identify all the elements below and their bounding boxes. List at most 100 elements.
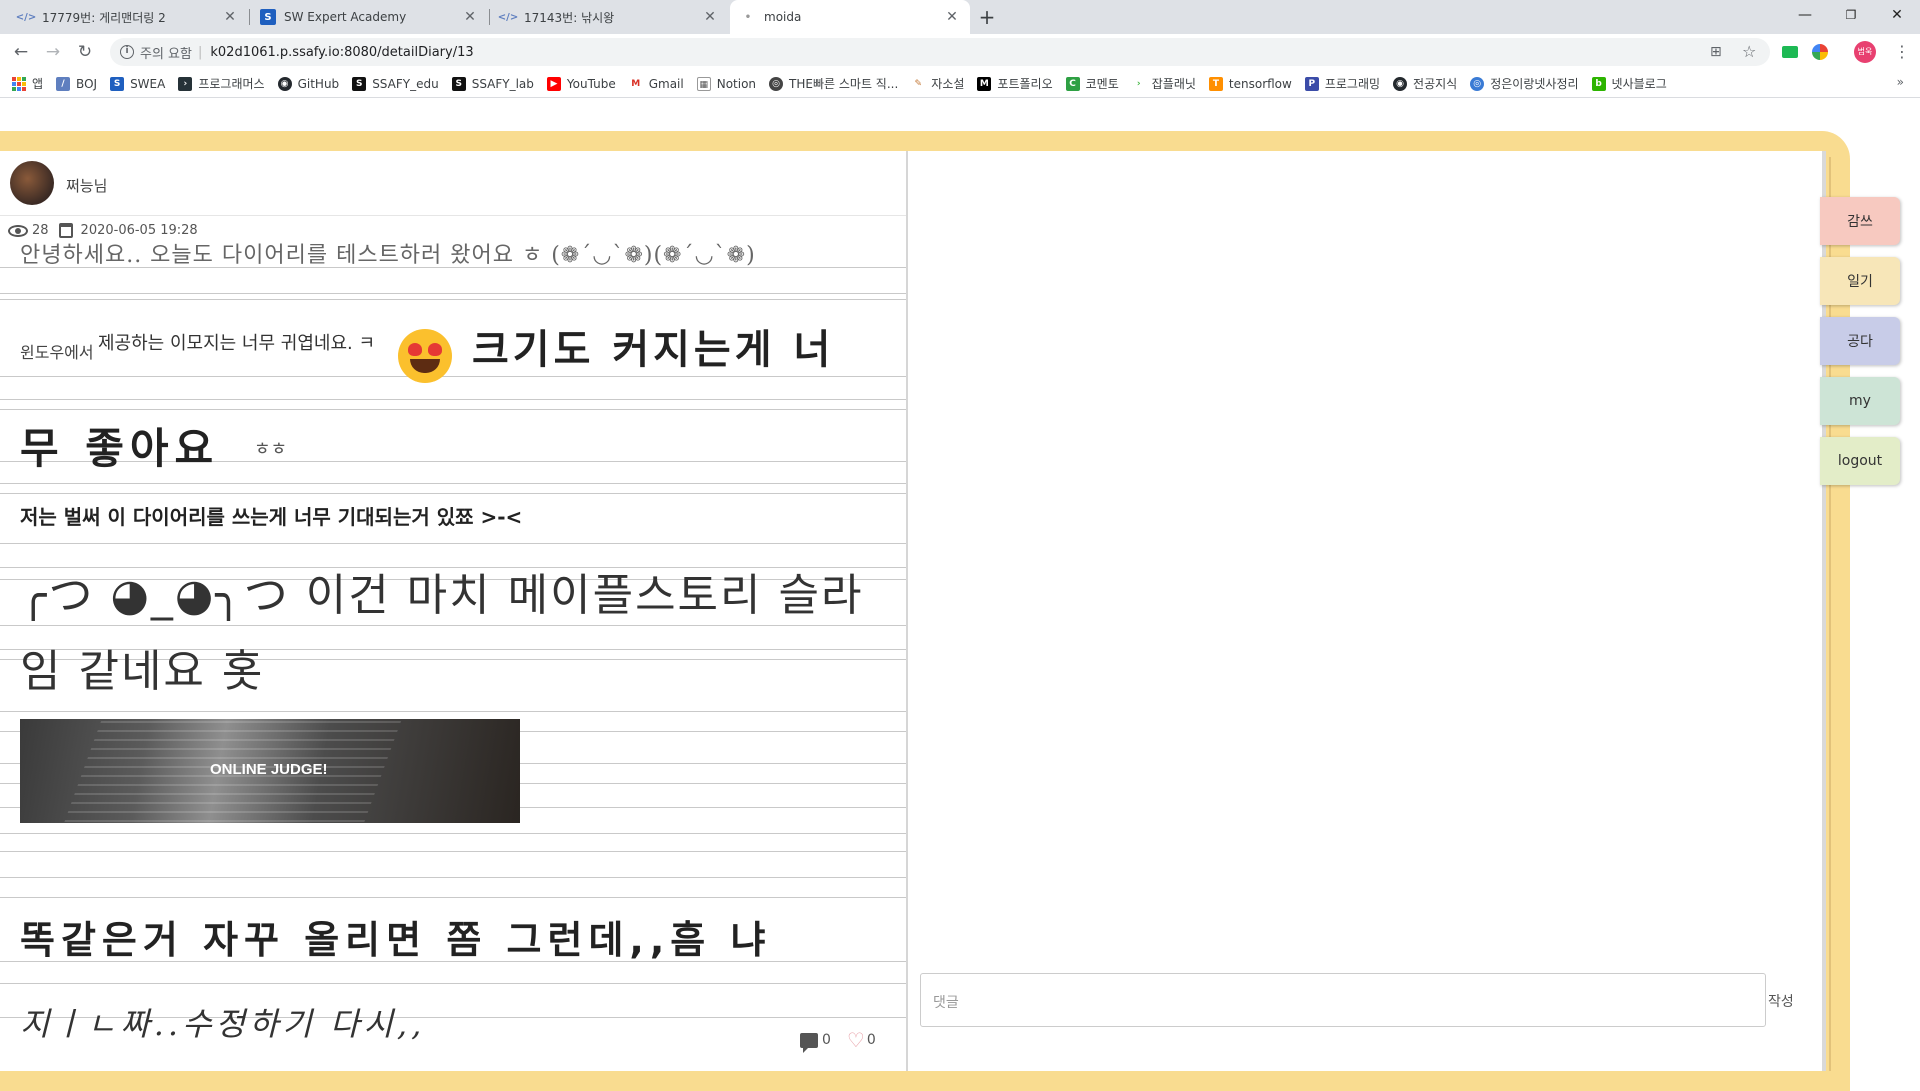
book-pages: 쩌능님 28 2020-06-05 19:28 안녕하세요.. 오늘도 다이어리…: [0, 151, 1822, 1071]
kebab-menu-icon[interactable]: ⋮: [1894, 42, 1910, 61]
side-tab-my[interactable]: my: [1820, 377, 1900, 425]
color-extension-icon[interactable]: [1812, 44, 1828, 60]
tab-strip: </> 17779번: 게리맨더링 2 ✕ S SW Expert Academ…: [0, 0, 1920, 34]
side-tab-study[interactable]: 공다: [1820, 317, 1900, 365]
diary-right-page: 댓글 작성: [910, 151, 1822, 1071]
bookmark-star-icon[interactable]: ☆: [1742, 42, 1756, 61]
bookmark-jobplanet[interactable]: › 잡플래닛: [1131, 75, 1196, 92]
bookmark-github[interactable]: ◉ GitHub: [277, 76, 340, 91]
bookmark-cs-knowledge[interactable]: ◉ 전공지식: [1393, 75, 1457, 92]
post-meta: 28 2020-06-05 19:28: [8, 223, 198, 238]
programming-icon: P: [1304, 76, 1319, 91]
restore-button[interactable]: ❐: [1828, 0, 1874, 30]
swea-icon: S: [110, 76, 125, 91]
naver-blog-icon: b: [1591, 76, 1606, 91]
globe-icon: ◎: [1470, 76, 1485, 91]
bookmark-portfolio[interactable]: M 포트폴리오: [977, 75, 1053, 92]
tab-title: 17143번: 낚시왕: [524, 10, 615, 25]
bookmark-label: 프로그래밍: [1324, 77, 1381, 91]
ruled-line: [0, 983, 906, 984]
url-separator: |: [197, 44, 203, 60]
close-icon[interactable]: ✕: [222, 9, 238, 25]
bookmark-label: Notion: [716, 76, 757, 91]
bookmark-label: THE빠른 스마트 직...: [789, 77, 899, 91]
close-icon[interactable]: ✕: [944, 9, 960, 25]
bookmark-youtube[interactable]: ▶ YouTube: [546, 76, 616, 91]
side-tab-gamsseu[interactable]: 감쓰: [1820, 197, 1900, 245]
ruled-line: [0, 493, 906, 494]
diary-line-5: ╭つ ◕_◕╮つ 이건 마치 메이플스토리 슬라: [20, 570, 864, 621]
close-icon[interactable]: ✕: [702, 9, 718, 25]
translate-icon[interactable]: ⊞: [1710, 44, 1722, 60]
bookmark-tensorflow[interactable]: Ttensorflow: [1208, 76, 1292, 91]
tab-moida[interactable]: • moida ✕: [730, 0, 970, 34]
boj-icon: </>: [15, 11, 37, 23]
bookmark-network-blog[interactable]: b 넷사블로그: [1591, 75, 1667, 92]
comment-input[interactable]: 댓글: [920, 973, 1766, 1027]
bookmark-label: Gmail: [648, 76, 684, 91]
bookmark-label: 잡플래닛: [1151, 77, 1196, 91]
bookmark-ssafy-lab[interactable]: S SSAFY_lab: [451, 76, 534, 91]
diary-line-7: 똑같은거 자꾸 올리면 쫌 그런데,,흠 냐: [20, 918, 772, 962]
bookmark-smart-job[interactable]: ◎ THE빠른 스마트 직...: [769, 75, 898, 92]
bookmark-label: 자소설: [931, 77, 965, 91]
banner-text: ONLINE JUDGE!: [210, 761, 328, 778]
heart-eyes-emoji-icon: [398, 329, 452, 383]
bookmark-notion[interactable]: ▦ Notion: [696, 76, 757, 91]
ruled-line: [0, 711, 906, 712]
reload-icon[interactable]: ↻: [74, 41, 96, 63]
ruled-line: [0, 543, 906, 544]
bookmark-programmers[interactable]: › 프로그래머스: [178, 75, 265, 92]
online-judge-banner-image: ONLINE JUDGE!: [20, 719, 520, 823]
youtube-icon: ▶: [546, 76, 561, 91]
heart-icon[interactable]: ♡: [847, 1030, 865, 1050]
window-close-button[interactable]: ✕: [1874, 0, 1920, 30]
extension-icon[interactable]: [1782, 46, 1798, 58]
bookmark-jasoseol[interactable]: ✎ 자소설: [911, 75, 964, 92]
tab-swea[interactable]: S SW Expert Academy ✕: [250, 0, 488, 34]
post-counters: 0 ♡ 0: [800, 1030, 876, 1053]
close-icon[interactable]: ✕: [462, 9, 478, 25]
side-tab-logout[interactable]: logout: [1820, 437, 1900, 485]
info-icon[interactable]: i: [120, 45, 134, 59]
bookmark-programming[interactable]: P 프로그래밍: [1304, 75, 1381, 92]
swea-icon: S: [260, 9, 276, 25]
avatar[interactable]: [10, 161, 54, 205]
forward-arrow-icon[interactable]: →: [42, 41, 64, 63]
bookmark-label: 코멘토: [1085, 77, 1119, 91]
submit-comment-button[interactable]: 작성: [1768, 991, 1794, 1011]
bookmark-label: 전공지식: [1413, 77, 1458, 91]
comment-icon[interactable]: [800, 1032, 818, 1053]
bookmark-ssafy-edu[interactable]: S SSAFY_edu: [352, 76, 439, 91]
pen-icon: ✎: [911, 76, 926, 91]
author-name: 쩌능님: [66, 177, 108, 195]
bookmark-comento[interactable]: C 코멘토: [1065, 75, 1119, 92]
side-tab-diary[interactable]: 일기: [1820, 257, 1900, 305]
new-tab-button[interactable]: +: [976, 6, 998, 28]
profile-avatar[interactable]: 범욱: [1854, 41, 1876, 63]
globe-icon: ◎: [769, 76, 784, 91]
tab-boj-fishing-king[interactable]: </> 17143번: 낚시왕 ✕: [490, 0, 728, 34]
bookmark-network-notes[interactable]: ◎ 정은이랑넷사정리: [1470, 75, 1579, 92]
bookmark-apps[interactable]: 앱: [12, 75, 43, 92]
bookmarks-overflow-icon[interactable]: »: [1897, 75, 1904, 89]
bookmark-label: GitHub: [297, 76, 340, 91]
comento-icon: C: [1065, 76, 1080, 91]
apps-grid-icon: [12, 76, 26, 91]
bookmark-gmail[interactable]: M Gmail: [628, 76, 684, 91]
notion-icon: ▦: [696, 76, 711, 91]
tab-boj-gerrymandering[interactable]: </> 17779번: 게리맨더링 2 ✕: [8, 0, 248, 34]
github-icon: ◉: [1393, 76, 1408, 91]
calendar-icon: [58, 223, 73, 238]
like-count: 0: [866, 1032, 876, 1048]
bookmark-boj[interactable]: / BOJ: [56, 76, 97, 91]
address-bar[interactable]: i 주의 요함 | k02d1061.p.ssafy.io:8080/detai…: [110, 38, 1770, 66]
back-arrow-icon[interactable]: ←: [10, 41, 32, 63]
diary-line-8: 지ㅣㄴ짜..수정하기 다시,,: [20, 1005, 426, 1043]
diary-line-2-big: 크기도 커지는게 너: [472, 327, 835, 373]
diary-line-2-mid: 제공하는 이모지는 너무 귀엽네요. ㅋ: [98, 333, 376, 354]
browser-toolbar: ← → ↻ i 주의 요함 | k02d1061.p.ssafy.io:8080…: [0, 34, 1920, 70]
url-text: k02d1061.p.ssafy.io:8080/detailDiary/13: [210, 44, 474, 60]
minimize-button[interactable]: —: [1782, 0, 1828, 30]
bookmark-swea[interactable]: S SWEA: [110, 76, 165, 91]
